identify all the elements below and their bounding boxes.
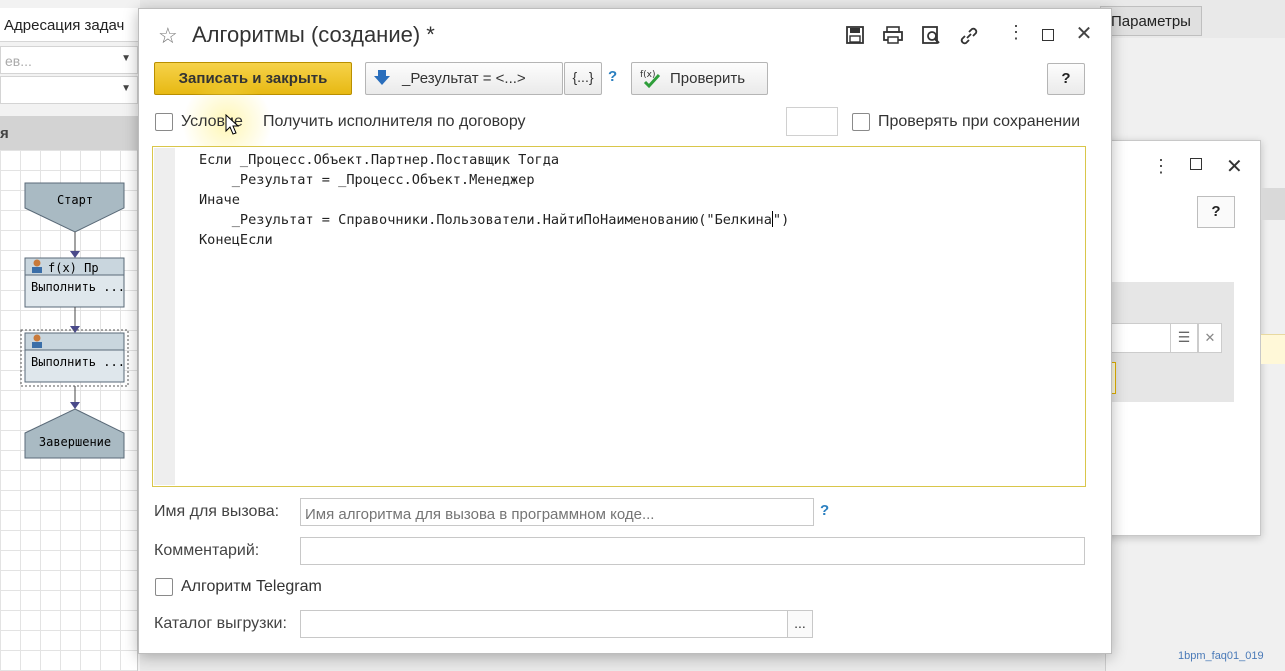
flow-arrow-icon <box>70 402 80 409</box>
close-icon[interactable]: ✕ <box>1071 21 1097 47</box>
code-editor-gutter <box>154 148 175 485</box>
code-line: КонецЕсли <box>199 232 273 248</box>
flow-arrow-icon <box>70 251 80 258</box>
print-icon[interactable] <box>880 22 906 48</box>
code-line-with-caret: _Результат = Справочники.Пользователи.На… <box>199 210 789 230</box>
export-directory-input[interactable] <box>300 610 788 638</box>
save-and-close-button[interactable]: Записать и закрыть <box>154 62 352 95</box>
comment-input[interactable] <box>300 537 1085 565</box>
braces-button[interactable]: {...} <box>564 62 602 95</box>
call-name-label: Имя для вызова: <box>154 503 280 520</box>
background-help-button[interactable]: ? <box>1197 196 1235 228</box>
more-menu-icon[interactable]: ⋮ <box>1003 22 1029 48</box>
maximize-icon[interactable] <box>1190 158 1202 170</box>
user-icon <box>33 259 41 267</box>
code-line: _Результат = Справочники.Пользователи.На… <box>199 212 772 228</box>
user-icon-body <box>32 267 42 273</box>
background-toolbar-strip <box>1261 188 1285 220</box>
code-line-tail: ") <box>772 212 790 228</box>
background-combo-2[interactable]: ▼ <box>0 76 138 104</box>
favorite-star-icon[interactable]: ☆ <box>158 23 178 49</box>
more-menu-icon[interactable]: ⋮ <box>1152 156 1170 177</box>
code-text[interactable]: Если _Процесс.Объект.Партнер.Поставщик Т… <box>199 150 789 250</box>
arrow-down-icon <box>374 70 390 85</box>
export-directory-label: Каталог выгрузки: <box>154 615 287 632</box>
svg-text:f(x): f(x) <box>640 70 656 80</box>
telegram-algorithm-checkbox[interactable] <box>155 578 173 596</box>
mouse-cursor-icon <box>225 114 240 135</box>
help-button[interactable]: ? <box>1047 63 1085 95</box>
preview-icon[interactable] <box>918 22 944 48</box>
clear-icon[interactable]: ✕ <box>1198 323 1222 353</box>
maximize-icon[interactable] <box>1042 29 1054 41</box>
small-input[interactable] <box>786 107 838 136</box>
verify-on-save-label: Проверять при сохранении <box>878 113 1081 130</box>
background-row-highlight <box>1261 334 1285 364</box>
dialog-title: Алгоритмы (создание) * <box>192 22 435 47</box>
flow-node-1-header-text: f(x) Пр <box>48 261 99 275</box>
comment-label: Комментарий: <box>154 542 260 559</box>
contract-executor-label: Получить исполнителя по договору <box>263 113 526 130</box>
result-template-button[interactable]: _Результат = <...> <box>365 62 563 95</box>
code-line: Если _Процесс.Объект.Партнер.Поставщик Т… <box>199 152 560 168</box>
code-line: _Результат = _Процесс.Объект.Менеджер <box>199 172 535 188</box>
flow-node-2-label: Выполнить ... <box>31 355 125 369</box>
user-icon-body <box>32 342 42 348</box>
hint-icon[interactable]: ? <box>608 68 617 85</box>
flowchart: Старт f(x) Пр Выполнить ... Выполнить ..… <box>20 182 129 459</box>
watermark: 1bpm_faq01_019 <box>1178 650 1264 662</box>
user-icon <box>33 334 41 342</box>
code-line: Иначе <box>199 192 240 208</box>
list-icon[interactable]: ☰ <box>1170 323 1198 353</box>
export-directory-browse-button[interactable]: ... <box>787 610 813 638</box>
hint-icon[interactable]: ? <box>820 502 829 519</box>
flow-start-node[interactable] <box>24 182 125 233</box>
dropdown-arrow-icon: ▼ <box>121 83 131 94</box>
call-name-input[interactable] <box>300 498 814 526</box>
flow-start-label: Старт <box>57 193 93 207</box>
condition-checkbox[interactable] <box>155 113 173 131</box>
background-combo-1-value: ев... <box>5 53 32 69</box>
background-window-title: Адресация задач <box>0 8 140 42</box>
flow-end-node[interactable] <box>24 408 125 459</box>
close-icon[interactable]: ✕ <box>1226 154 1243 179</box>
link-icon[interactable] <box>956 22 982 48</box>
save-icon[interactable] <box>842 22 868 48</box>
tab-parameters[interactable]: Параметры <box>1100 6 1202 36</box>
background-combo-1[interactable]: ев... ▼ <box>0 46 138 74</box>
flow-node-1-label: Выполнить ... <box>31 280 125 294</box>
background-section-header: я <box>0 116 140 150</box>
flow-end-label: Завершение <box>39 435 111 449</box>
verify-on-save-checkbox[interactable] <box>852 113 870 131</box>
dropdown-arrow-icon: ▼ <box>121 53 131 64</box>
telegram-algorithm-label: Алгоритм Telegram <box>181 578 322 595</box>
function-check-icon: f(x) <box>640 70 661 89</box>
